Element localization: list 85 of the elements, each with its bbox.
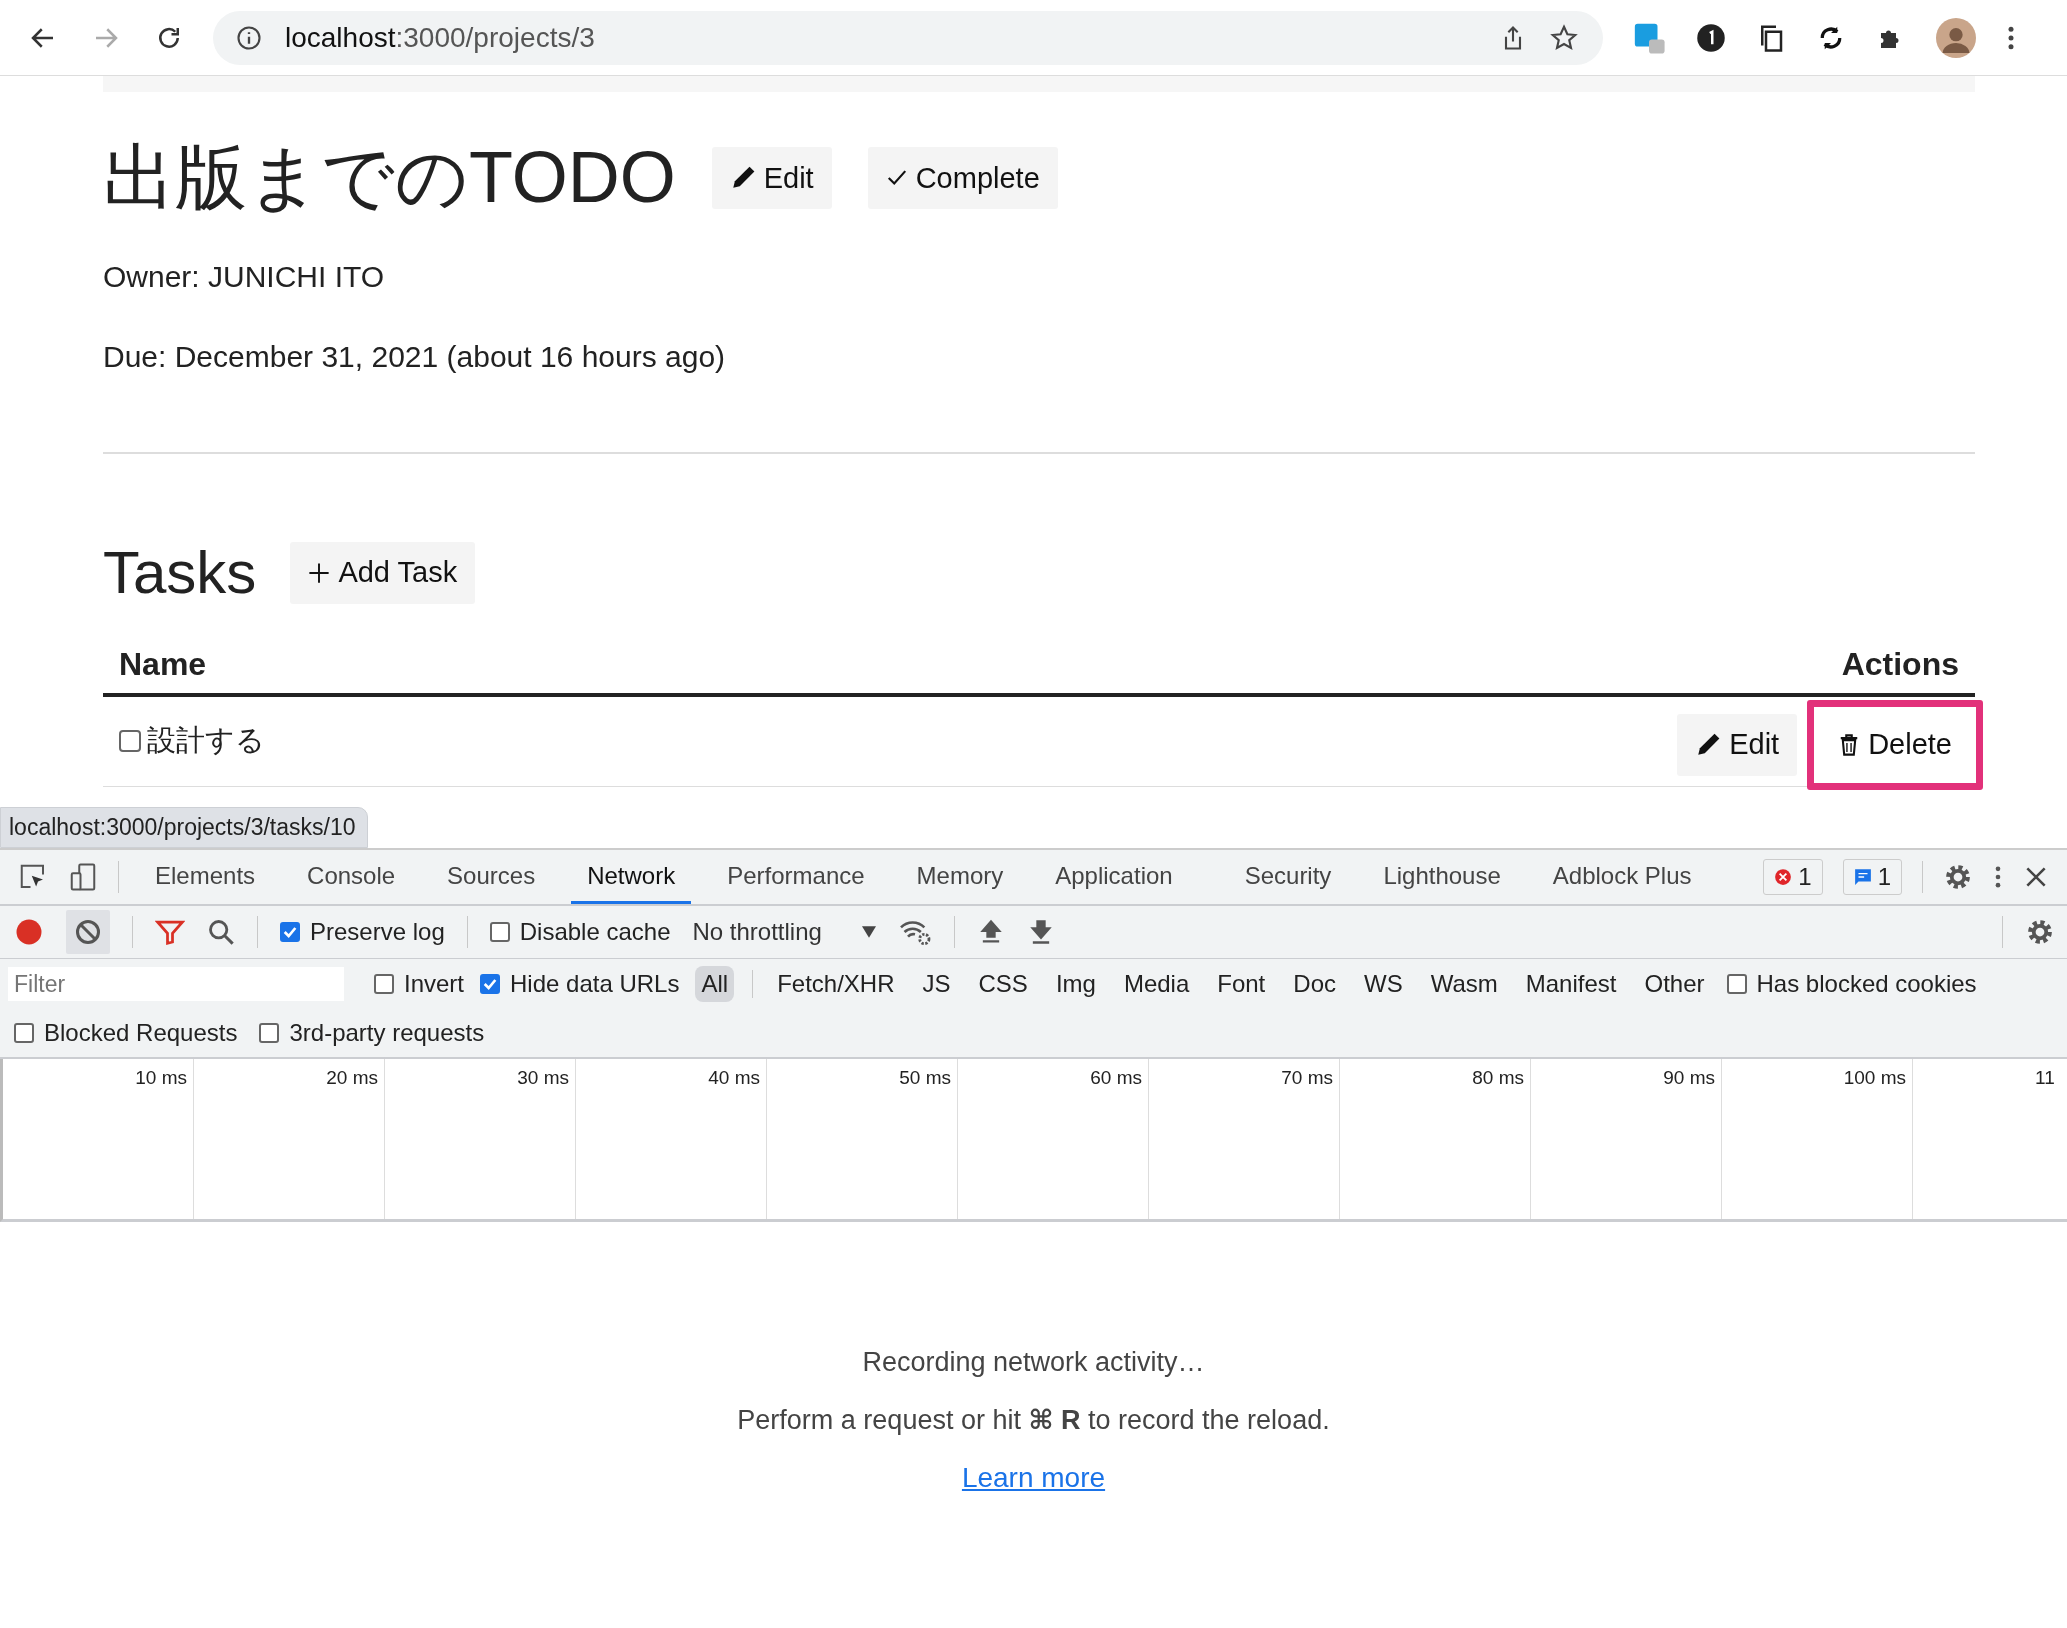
learn-more-link[interactable]: Learn more xyxy=(961,1462,1106,1494)
checkbox-label: Has blocked cookies xyxy=(1756,970,1977,998)
dropdown-caret-icon xyxy=(861,926,876,938)
task-checkbox[interactable] xyxy=(119,730,141,752)
pencil-icon xyxy=(1695,731,1722,758)
empty-state-title: Recording network activity… xyxy=(862,1347,1205,1378)
checkbox-label: 3rd-party requests xyxy=(289,1019,485,1047)
settings-icon[interactable] xyxy=(1943,862,1973,892)
devtools-tab[interactable]: Console xyxy=(291,850,412,904)
address-bar[interactable]: localhost:3000/projects/3 xyxy=(213,10,1603,65)
devtools-tab[interactable]: Application xyxy=(1039,850,1189,904)
type-filter-button[interactable]: Font xyxy=(1211,966,1272,1002)
type-filter-button[interactable]: Fetch/XHR xyxy=(771,966,901,1002)
column-header: Actions xyxy=(1841,645,1959,683)
tick-label: 80 ms xyxy=(1472,1067,1524,1088)
title-button[interactable]: Edit xyxy=(711,147,832,209)
throttling-dropdown[interactable]: No throttling xyxy=(692,918,876,946)
checkbox-label: Preserve log xyxy=(310,918,445,946)
tick-label: 90 ms xyxy=(1663,1067,1715,1088)
star-icon[interactable] xyxy=(1549,22,1579,53)
devtools-tab[interactable]: Elements xyxy=(139,850,272,904)
title-button[interactable]: Complete xyxy=(867,147,1058,209)
devtools-tab[interactable]: Lighthouse xyxy=(1367,850,1517,904)
link-preview: localhost:3000/projects/3/tasks/10 xyxy=(0,807,369,848)
devtools-tab[interactable]: Adblock Plus xyxy=(1536,850,1708,904)
tick-label: 100 ms xyxy=(1843,1067,1906,1088)
tick-label: 70 ms xyxy=(1281,1067,1333,1088)
clear-icon[interactable] xyxy=(74,918,102,946)
owner-text: Owner: JUNICHI ITO xyxy=(103,260,386,294)
error-icon xyxy=(1774,868,1793,886)
wifi-gear-icon[interactable] xyxy=(897,918,932,946)
checkbox[interactable] xyxy=(374,974,394,994)
info-icon xyxy=(235,23,263,52)
checkbox-label: Invert xyxy=(404,970,465,998)
devtools-tab[interactable]: Security xyxy=(1228,850,1348,904)
numbered-circle-icon[interactable] xyxy=(1696,22,1726,53)
record-icon[interactable] xyxy=(14,917,44,947)
tick-label: 20 ms xyxy=(326,1067,378,1088)
search-icon[interactable] xyxy=(207,918,235,946)
type-filter-button[interactable]: Other xyxy=(1638,966,1711,1002)
tick-label: 60 ms xyxy=(1090,1067,1142,1088)
message-count-badge[interactable]: 1 xyxy=(1842,859,1902,895)
tasks-heading: Tasks xyxy=(103,538,257,607)
tick-label: 11 xyxy=(2035,1067,2055,1088)
checkbox[interactable] xyxy=(259,1023,280,1043)
plus-icon xyxy=(308,561,331,584)
filter-field[interactable]: Filter xyxy=(8,967,344,1001)
type-filter-button[interactable]: Img xyxy=(1049,966,1102,1002)
checkbox[interactable] xyxy=(14,1023,34,1043)
url-text: localhost:3000/projects/3 xyxy=(285,21,595,54)
settings-icon[interactable] xyxy=(2025,917,2055,947)
type-filter-button[interactable]: All xyxy=(695,966,735,1002)
task-name: 設計する xyxy=(147,723,265,758)
type-filter-button[interactable]: Manifest xyxy=(1519,966,1623,1002)
devtools-tab[interactable]: Performance xyxy=(711,850,881,904)
checkbox[interactable] xyxy=(480,974,501,994)
tick-label: 40 ms xyxy=(708,1067,760,1088)
tick-label: 30 ms xyxy=(517,1067,569,1088)
empty-state-hint: Perform a request or hit ⌘ R to record the reload. xyxy=(737,1404,1330,1436)
avatar-icon[interactable] xyxy=(1936,17,1976,58)
checkbox[interactable] xyxy=(489,922,510,942)
type-filter-button[interactable]: WS xyxy=(1358,966,1409,1002)
checkbox[interactable] xyxy=(280,922,300,942)
due-text: Due: December 31, 2021 (about 16 hours ago) xyxy=(103,340,727,374)
devtools-tab[interactable]: Sources xyxy=(431,850,552,904)
type-filter-button[interactable]: Doc xyxy=(1287,966,1342,1002)
type-filter-button[interactable]: Media xyxy=(1117,966,1196,1002)
page-title: 出版までのTODO xyxy=(103,136,676,219)
tick-label: 10 ms xyxy=(135,1067,187,1088)
devtools-tab[interactable]: Memory xyxy=(900,850,1020,904)
error-count-badge[interactable]: 1 xyxy=(1763,859,1823,895)
checkbox-label: Disable cache xyxy=(519,918,671,946)
type-filter-button[interactable]: CSS xyxy=(972,966,1034,1002)
device-icon[interactable] xyxy=(68,862,98,892)
type-filter-button[interactable]: JS xyxy=(916,966,957,1002)
message-icon xyxy=(1853,868,1872,886)
tick-label: 50 ms xyxy=(899,1067,951,1088)
row-action-button[interactable]: Edit xyxy=(1677,713,1798,776)
checkbox[interactable] xyxy=(1726,974,1747,994)
column-header: Name xyxy=(119,645,207,683)
row-action-button[interactable]: Delete xyxy=(1807,699,1983,790)
type-filter-button[interactable]: Wasm xyxy=(1424,966,1504,1002)
checkbox-label: Hide data URLs xyxy=(510,970,680,998)
add-task-button[interactable]: Add Task xyxy=(290,541,476,604)
checkbox-label: Blocked Requests xyxy=(44,1019,238,1047)
